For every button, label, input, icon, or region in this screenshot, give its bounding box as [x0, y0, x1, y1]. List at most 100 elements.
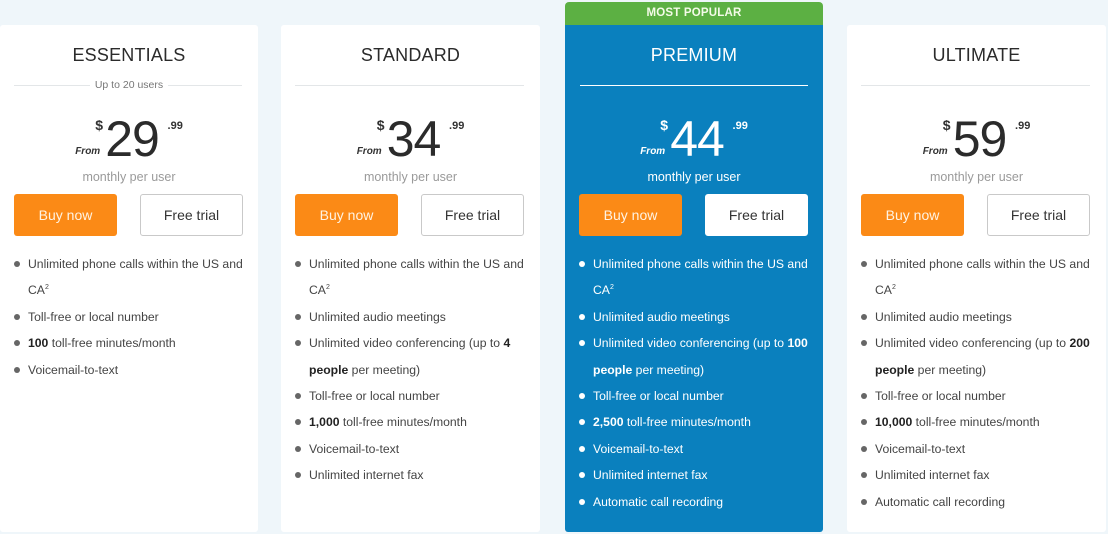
bullet-icon — [579, 340, 585, 347]
currency-symbol: $ — [376, 117, 385, 133]
feature-item: Toll-free or local number — [579, 383, 815, 409]
feature-text: toll-free minutes/month — [912, 415, 1040, 430]
bullet-icon — [295, 472, 301, 479]
feature-item: Unlimited phone calls within the US and … — [579, 251, 815, 304]
price-cents: .99 — [449, 120, 465, 132]
bullet-icon — [295, 313, 301, 320]
bullet-icon — [579, 472, 585, 479]
bullet-icon — [861, 419, 867, 426]
bullet-icon — [579, 261, 585, 267]
buy-now-button[interactable]: Buy now — [295, 194, 398, 236]
feature-text: Voicemail-to-text — [875, 441, 966, 456]
divider — [861, 85, 1090, 86]
bullet-icon — [579, 393, 585, 400]
price-from-label: From — [75, 146, 101, 157]
feature-text: per meeting) — [914, 362, 987, 377]
feature-item: Voicemail-to-text — [861, 436, 1098, 462]
bullet-icon — [579, 445, 585, 452]
feature-text: Unlimited audio meetings — [309, 309, 446, 324]
feature-item: Voicemail-to-text — [14, 357, 250, 383]
feature-item: Unlimited audio meetings — [861, 304, 1098, 330]
price-from-label: From — [922, 146, 948, 157]
billing-period: monthly per user — [647, 170, 741, 184]
feature-highlight: 10,000 — [875, 415, 913, 430]
free-trial-button[interactable]: Free trial — [705, 194, 808, 236]
feature-list: Unlimited phone calls within the US and … — [579, 251, 815, 515]
price-from-label: From — [640, 146, 666, 157]
bullet-icon — [14, 261, 20, 267]
plan-name: STANDARD — [360, 45, 461, 65]
price-cents: .99 — [732, 120, 748, 132]
free-trial-button[interactable]: Free trial — [140, 194, 243, 236]
price: From $ 44 .99 — [565, 111, 823, 167]
plan-name: PREMIUM — [650, 45, 738, 65]
feature-item: Toll-free or local number — [861, 383, 1098, 409]
footnote-marker[interactable]: 2 — [610, 284, 614, 291]
price: From $ 29 .99 — [0, 111, 258, 167]
plan-subtitle: Up to 20 users — [0, 79, 258, 91]
feature-highlight: 1,000 — [309, 415, 340, 430]
free-trial-button[interactable]: Free trial — [987, 194, 1090, 236]
billing-period: monthly per user — [929, 170, 1024, 184]
feature-text: per meeting) — [348, 362, 421, 377]
feature-text: toll-free minutes/month — [623, 415, 751, 430]
feature-text: Unlimited internet fax — [875, 468, 990, 483]
feature-item: 1,000 toll-free minutes/month — [295, 409, 532, 435]
feature-item: Voicemail-to-text — [579, 436, 815, 462]
feature-item: Unlimited internet fax — [579, 462, 815, 488]
feature-item: 10,000 toll-free minutes/month — [861, 409, 1098, 435]
feature-text: Automatic call recording — [593, 494, 724, 509]
bullet-icon — [295, 261, 301, 267]
plan-card-standard: STANDARD From $ 34 .99 monthly per user … — [281, 25, 540, 532]
feature-text: Unlimited phone calls within the US and … — [875, 257, 1090, 298]
feature-text: Unlimited audio meetings — [593, 309, 730, 324]
plan-card-ultimate: ULTIMATE From $ 59 .99 monthly per user … — [847, 25, 1106, 532]
feature-text: Automatic call recording — [875, 494, 1006, 509]
divider — [580, 85, 808, 86]
price-amount: 44 — [670, 111, 725, 167]
bullet-icon — [295, 340, 301, 347]
currency-symbol: $ — [95, 117, 103, 133]
bullet-icon — [295, 419, 301, 426]
bullet-icon — [861, 340, 867, 347]
feature-item: Automatic call recording — [579, 489, 815, 515]
footnote-marker[interactable]: 2 — [892, 284, 896, 291]
bullet-icon — [14, 366, 20, 373]
bullet-icon — [861, 261, 867, 267]
bullet-icon — [861, 498, 867, 505]
price: From $ 34 .99 — [281, 111, 540, 167]
price-amount: 34 — [386, 111, 442, 167]
footnote-marker[interactable]: 2 — [45, 284, 49, 291]
feature-item: 2,500 toll-free minutes/month — [579, 409, 815, 435]
user-limit-text: Up to 20 users — [89, 79, 169, 91]
bullet-icon — [861, 393, 867, 400]
feature-text: toll-free minutes/month — [339, 415, 467, 430]
plan-name: ESSENTIALS — [72, 45, 186, 65]
feature-item: Toll-free or local number — [295, 383, 532, 409]
feature-text: Toll-free or local number — [593, 389, 724, 404]
feature-text: Unlimited internet fax — [309, 468, 424, 483]
footnote-marker[interactable]: 2 — [326, 284, 330, 291]
billing-period: monthly per user — [82, 170, 176, 184]
feature-text: Toll-free or local number — [875, 389, 1006, 404]
bullet-icon — [861, 472, 867, 479]
feature-text: Unlimited phone calls within the US and … — [28, 257, 243, 298]
price-cents: .99 — [167, 120, 183, 132]
feature-text: Unlimited internet fax — [593, 468, 708, 483]
divider — [295, 85, 524, 86]
buy-now-button[interactable]: Buy now — [861, 194, 964, 236]
buy-now-button[interactable]: Buy now — [14, 194, 117, 236]
plan-name: ULTIMATE — [932, 45, 1021, 65]
feature-text: Unlimited audio meetings — [875, 309, 1012, 324]
feature-item: Unlimited video conferencing (up to 200 … — [861, 330, 1098, 383]
feature-item: Unlimited phone calls within the US and … — [861, 251, 1098, 304]
buy-now-button[interactable]: Buy now — [579, 194, 682, 236]
bullet-icon — [579, 498, 585, 505]
plan-card-essentials: ESSENTIALS Up to 20 users From $ 29 .99 … — [0, 25, 258, 532]
free-trial-button[interactable]: Free trial — [421, 194, 524, 236]
feature-item: Unlimited internet fax — [295, 462, 532, 488]
price-amount: 29 — [105, 111, 160, 167]
feature-item: Unlimited video conferencing (up to 4 pe… — [295, 330, 532, 383]
price-from-label: From — [356, 146, 382, 157]
feature-item: Unlimited video conferencing (up to 100 … — [579, 330, 815, 383]
